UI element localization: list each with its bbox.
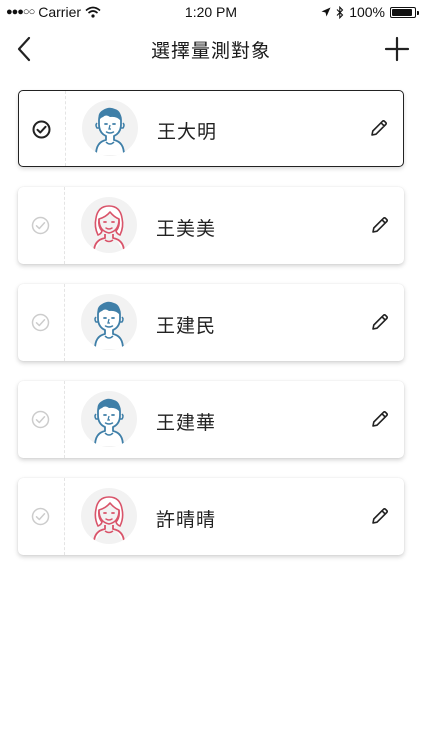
user-card[interactable]: 王建民 xyxy=(18,284,404,361)
user-list: 王大明 王美美 王建民 王建華 許晴晴 xyxy=(18,90,404,575)
pencil-icon[interactable] xyxy=(370,312,390,332)
battery-percent: 100% xyxy=(349,4,385,20)
page-title: 選擇量測對象 xyxy=(150,40,271,62)
plus-icon xyxy=(384,36,410,62)
pencil-icon[interactable] xyxy=(369,118,389,138)
male-avatar-icon xyxy=(81,391,137,447)
user-card[interactable]: 王美美 xyxy=(18,187,404,264)
bluetooth-icon xyxy=(336,5,344,19)
female-avatar-icon xyxy=(81,488,137,544)
card-divider xyxy=(64,187,65,264)
pencil-icon[interactable] xyxy=(370,506,390,526)
male-avatar-icon xyxy=(82,100,138,156)
card-divider xyxy=(64,478,65,555)
battery-icon xyxy=(390,6,419,18)
check-circle-icon[interactable] xyxy=(30,506,51,527)
status-right: 100% xyxy=(321,4,419,20)
pencil-icon[interactable] xyxy=(370,409,390,429)
check-circle-icon[interactable] xyxy=(30,312,51,333)
user-name: 王建華 xyxy=(156,412,217,434)
user-name: 王建民 xyxy=(156,315,217,337)
pencil-icon[interactable] xyxy=(370,215,390,235)
user-card[interactable]: 王建華 xyxy=(18,381,404,458)
check-circle-icon[interactable] xyxy=(30,409,51,430)
female-avatar-icon xyxy=(81,197,137,253)
male-avatar-icon xyxy=(81,294,137,350)
user-card[interactable]: 王大明 xyxy=(18,90,404,167)
user-card[interactable]: 許晴晴 xyxy=(18,478,404,555)
check-circle-icon[interactable] xyxy=(30,215,51,236)
user-name: 王美美 xyxy=(156,218,217,240)
location-arrow-icon xyxy=(321,7,331,17)
card-divider xyxy=(65,91,66,166)
check-circle-icon[interactable] xyxy=(31,119,52,140)
navigation-bar: 選擇量測對象 xyxy=(0,24,422,74)
card-divider xyxy=(64,284,65,361)
status-bar: ●●●○○ Carrier 1:20 PM 100% xyxy=(0,0,422,24)
user-name: 許晴晴 xyxy=(156,509,217,531)
add-user-button[interactable] xyxy=(382,34,412,64)
card-divider xyxy=(64,381,65,458)
user-name: 王大明 xyxy=(157,121,218,143)
